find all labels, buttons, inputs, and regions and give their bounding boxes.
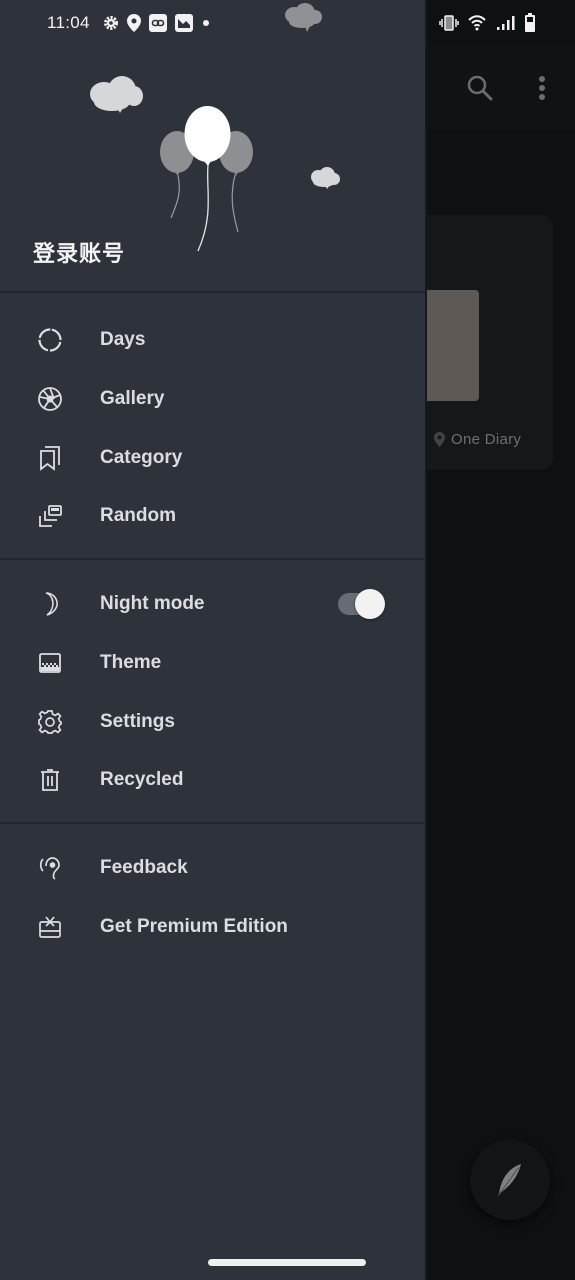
link-app-icon [149, 14, 167, 32]
mail-app-icon [175, 14, 193, 32]
toggle-thumb [355, 589, 385, 619]
menu-label: Theme [100, 652, 162, 673]
status-system-icons [439, 13, 536, 33]
menu-label: Category [100, 447, 183, 468]
gear-icon [36, 708, 64, 736]
status-bar: 11:04 [0, 0, 575, 45]
menu-item-feedback[interactable]: Feedback [0, 839, 425, 897]
random-cards-icon [36, 502, 64, 530]
theme-icon [36, 649, 64, 677]
menu-label: Recycled [100, 769, 184, 790]
night-mode-toggle[interactable] [338, 589, 386, 619]
feather-icon [497, 1164, 521, 1197]
more-vert-icon[interactable] [532, 74, 552, 102]
divider [0, 822, 425, 824]
bookmarks-icon [36, 444, 64, 472]
menu-item-days[interactable]: Days [0, 311, 425, 369]
menu-label: Feedback [100, 857, 188, 878]
menu-item-settings[interactable]: Settings [0, 693, 425, 751]
login-account-label[interactable]: 登录账号 [33, 236, 125, 268]
diary-location: One Diary [434, 428, 521, 450]
new-diary-fab[interactable] [470, 1140, 550, 1220]
signal-icon [497, 16, 515, 30]
menu-label: Get Premium Edition [100, 916, 288, 937]
drawer-edge [425, 0, 427, 1280]
menu-item-category[interactable]: Category [0, 429, 425, 487]
battery-icon [525, 13, 535, 32]
trash-icon [36, 766, 64, 794]
navigation-drawer: 登录账号 Days Gallery Category Random Night … [0, 0, 425, 1280]
dot-icon [203, 20, 209, 26]
menu-item-random[interactable]: Random [0, 487, 425, 545]
days-ring-icon [36, 326, 64, 354]
gesture-nav-handle[interactable] [208, 1259, 366, 1266]
vibrate-icon [439, 15, 459, 31]
location-pin-icon [434, 431, 445, 447]
moon-icon [36, 590, 64, 618]
location-label: One Diary [451, 430, 522, 448]
divider [0, 558, 425, 560]
ear-icon [36, 854, 64, 882]
status-notification-icons [103, 14, 211, 32]
aperture-icon [36, 385, 64, 413]
menu-item-premium[interactable]: Get Premium Edition [0, 898, 425, 956]
status-time: 11:04 [47, 13, 90, 32]
menu-label: Days [100, 329, 146, 350]
cloud-icon [90, 76, 143, 113]
gear-icon [104, 16, 118, 30]
menu-item-theme[interactable]: Theme [0, 634, 425, 692]
menu-label: Night mode [100, 593, 205, 614]
cloud-small-icon [311, 167, 340, 189]
gift-card-icon [36, 913, 64, 941]
wifi-icon [468, 15, 486, 31]
menu-item-gallery[interactable]: Gallery [0, 370, 425, 428]
menu-item-recycled[interactable]: Recycled [0, 751, 425, 809]
menu-label: Random [100, 505, 176, 526]
menu-label: Settings [100, 711, 175, 732]
search-icon[interactable] [466, 74, 494, 102]
divider [0, 291, 425, 293]
menu-label: Gallery [100, 388, 165, 409]
location-pin-icon [127, 14, 141, 32]
